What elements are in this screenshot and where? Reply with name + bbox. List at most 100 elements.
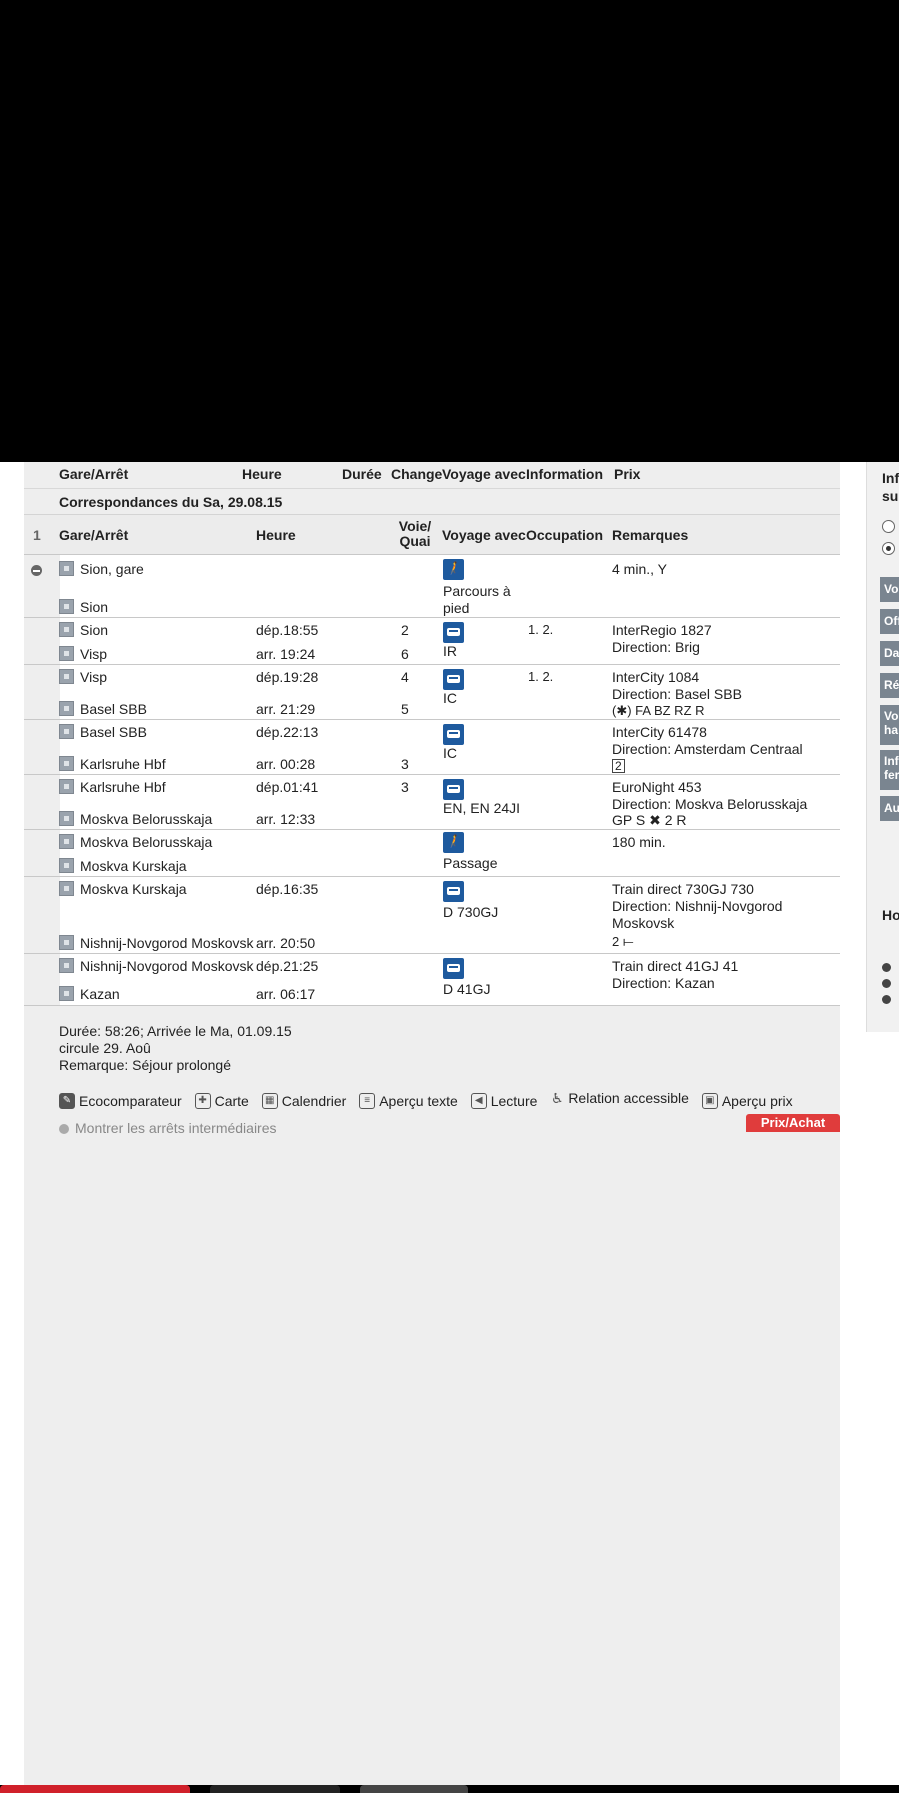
calendar-button[interactable]: ▦ Calendrier: [261, 1093, 346, 1109]
timetable-page: Gare/Arrêt Heure Durée Change Voyage ave…: [0, 462, 899, 1785]
arr-station[interactable]: Moskva Belorusskaja: [59, 811, 212, 827]
read-aloud-button[interactable]: ◀ Lecture: [470, 1093, 537, 1109]
service-symbols: (✱) FA BZ RZ R: [612, 703, 705, 718]
bottom-tab-2[interactable]: [210, 1785, 340, 1793]
col-duration[interactable]: Durée: [342, 466, 382, 482]
table-row: Sion, gare Sion Parcours à pied 4 min., …: [24, 554, 840, 617]
arrow-icon[interactable]: [882, 995, 891, 1004]
results-header: Gare/Arrêt Heure Durée Change Voyage ave…: [24, 462, 840, 488]
sidebar-heading: Inf: [882, 470, 899, 486]
occupancy: 1. 2.: [528, 622, 554, 637]
sidebar-button-3[interactable]: Da: [880, 641, 899, 666]
bus-icon: ▣: [701, 1093, 718, 1109]
dep-station[interactable]: Karlsruhe Hbf: [59, 779, 166, 795]
arr-station[interactable]: Sion: [59, 599, 108, 615]
radio-option-2[interactable]: [882, 542, 895, 555]
dep-time: dép.21:25: [256, 958, 319, 974]
journey-rows: Sion, gare Sion Parcours à pied 4 min., …: [24, 554, 840, 1006]
station-icon: [59, 881, 74, 896]
dep-station[interactable]: Moskva Kurskaja: [59, 881, 187, 897]
station-icon: [59, 701, 74, 716]
arrow-icon[interactable]: [882, 963, 891, 972]
sidebar-button-1[interactable]: Vo: [880, 577, 899, 602]
col-price[interactable]: Prix: [614, 466, 640, 482]
col-station[interactable]: Gare/Arrêt: [59, 466, 128, 482]
dep-time: dép.01:41: [256, 779, 319, 795]
dep-track: 2: [401, 622, 409, 638]
sidebar-button-6[interactable]: Inf fer: [880, 750, 899, 790]
arrow-icon[interactable]: [882, 979, 891, 988]
transport-mode: D 730GJ: [443, 904, 499, 920]
calendar-icon: ▦: [261, 1093, 278, 1109]
detail-table-head: 1 Gare/Arrêt Heure Voie/Quai Voyage avec…: [24, 514, 840, 555]
col-information[interactable]: Information: [526, 466, 603, 482]
transport-mode: IC: [443, 690, 457, 706]
bottom-tab-3[interactable]: [360, 1785, 468, 1793]
price-preview-button[interactable]: ▣ Aperçu prix: [701, 1093, 793, 1109]
station-icon: [59, 561, 74, 576]
arr-station[interactable]: Basel SBB: [59, 701, 147, 717]
collapse-icon[interactable]: [31, 565, 42, 576]
dep-station[interactable]: Nishnij-Novgorod Moskovsk: [59, 958, 254, 974]
arr-station[interactable]: Kazan: [59, 986, 120, 1002]
train-icon[interactable]: [443, 958, 464, 982]
sidebar-heading-2: su: [882, 488, 899, 504]
sidebar-button-4[interactable]: Ré: [880, 673, 899, 698]
transport-mode: IC: [443, 745, 457, 761]
sidebar-button-2[interactable]: Off: [880, 609, 899, 634]
th-time: Heure: [256, 527, 296, 543]
bottom-tab-1[interactable]: [0, 1785, 190, 1793]
dep-track: 3: [401, 779, 409, 795]
transport-mode: Parcours à pied: [443, 583, 511, 616]
table-row: Sion Visp dép.18:55 arr. 19:24 2 6 IR 1.…: [24, 617, 840, 664]
arr-station[interactable]: Nishnij-Novgorod Moskovsk: [59, 935, 254, 951]
dep-station[interactable]: Sion, gare: [59, 561, 144, 577]
sidebar: Inf su Vo Off Da Ré Vo ha Inf fer Au Ho: [866, 462, 899, 1785]
remark-line: Direction: Kazan: [612, 975, 715, 991]
station-icon: [59, 834, 74, 849]
remark-line: InterCity 61478: [612, 724, 707, 740]
dep-station[interactable]: Moskva Belorusskaja: [59, 834, 212, 850]
remark-line: Train direct 41GJ 41: [612, 958, 739, 974]
accessible-button[interactable]: ♿ Relation accessible: [550, 1090, 689, 1106]
table-row: Visp Basel SBB dép.19:28 arr. 21:29 4 5 …: [24, 664, 840, 719]
station-icon: [59, 724, 74, 739]
map-icon: ✚: [194, 1093, 211, 1109]
arr-track: 3: [401, 756, 409, 772]
dep-station[interactable]: Basel SBB: [59, 724, 147, 740]
arr-station[interactable]: Karlsruhe Hbf: [59, 756, 166, 772]
summary-runs: circule 29. Aoû: [59, 1040, 151, 1056]
radio-option-1[interactable]: [882, 520, 895, 533]
remark-line: 4 min., Y: [612, 561, 667, 577]
table-row: Moskva Kurskaja Nishnij-Novgorod Moskovs…: [24, 876, 840, 953]
table-row: Basel SBB Karlsruhe Hbf dép.22:13 arr. 0…: [24, 719, 840, 774]
th-voyage: Voyage avec: [442, 527, 526, 543]
col-time[interactable]: Heure: [242, 466, 282, 482]
sidebar-button-7[interactable]: Au: [880, 796, 899, 821]
summary-text: Durée: 58:26; Arrivée le Ma, 01.09.15 ci…: [59, 1023, 292, 1074]
eco-button[interactable]: ✎ Ecocomparateur: [59, 1093, 182, 1109]
show-stops-link[interactable]: Montrer les arrêts intermédiaires: [59, 1120, 277, 1136]
sidebar-heading-3: Ho: [882, 907, 899, 923]
th-platform-l2: Quai: [399, 533, 431, 549]
train-icon[interactable]: [443, 881, 464, 905]
connection-index: 1: [33, 527, 41, 543]
map-button[interactable]: ✚ Carte: [194, 1093, 249, 1109]
sidebar-button-5[interactable]: Vo ha: [880, 705, 899, 745]
arr-time: arr. 19:24: [256, 646, 316, 662]
arrow-icon: [59, 1124, 69, 1134]
station-icon: [59, 622, 74, 637]
col-voyage[interactable]: Voyage avec: [442, 466, 526, 482]
text-preview-button[interactable]: ≡ Aperçu texte: [359, 1093, 458, 1109]
arr-station[interactable]: Visp: [59, 646, 107, 662]
dep-station[interactable]: Visp: [59, 669, 107, 685]
station-icon: [59, 599, 74, 614]
station-icon: [59, 756, 74, 771]
dep-time: dép.16:35: [256, 881, 319, 897]
arr-station[interactable]: Moskva Kurskaja: [59, 858, 187, 874]
dep-station[interactable]: Sion: [59, 622, 108, 638]
col-change[interactable]: Change: [391, 466, 442, 482]
transport-mode: D 41GJ: [443, 981, 491, 997]
buy-button[interactable]: Prix/Achat: [746, 1114, 840, 1132]
remark-line: Direction: Brig: [612, 639, 700, 655]
